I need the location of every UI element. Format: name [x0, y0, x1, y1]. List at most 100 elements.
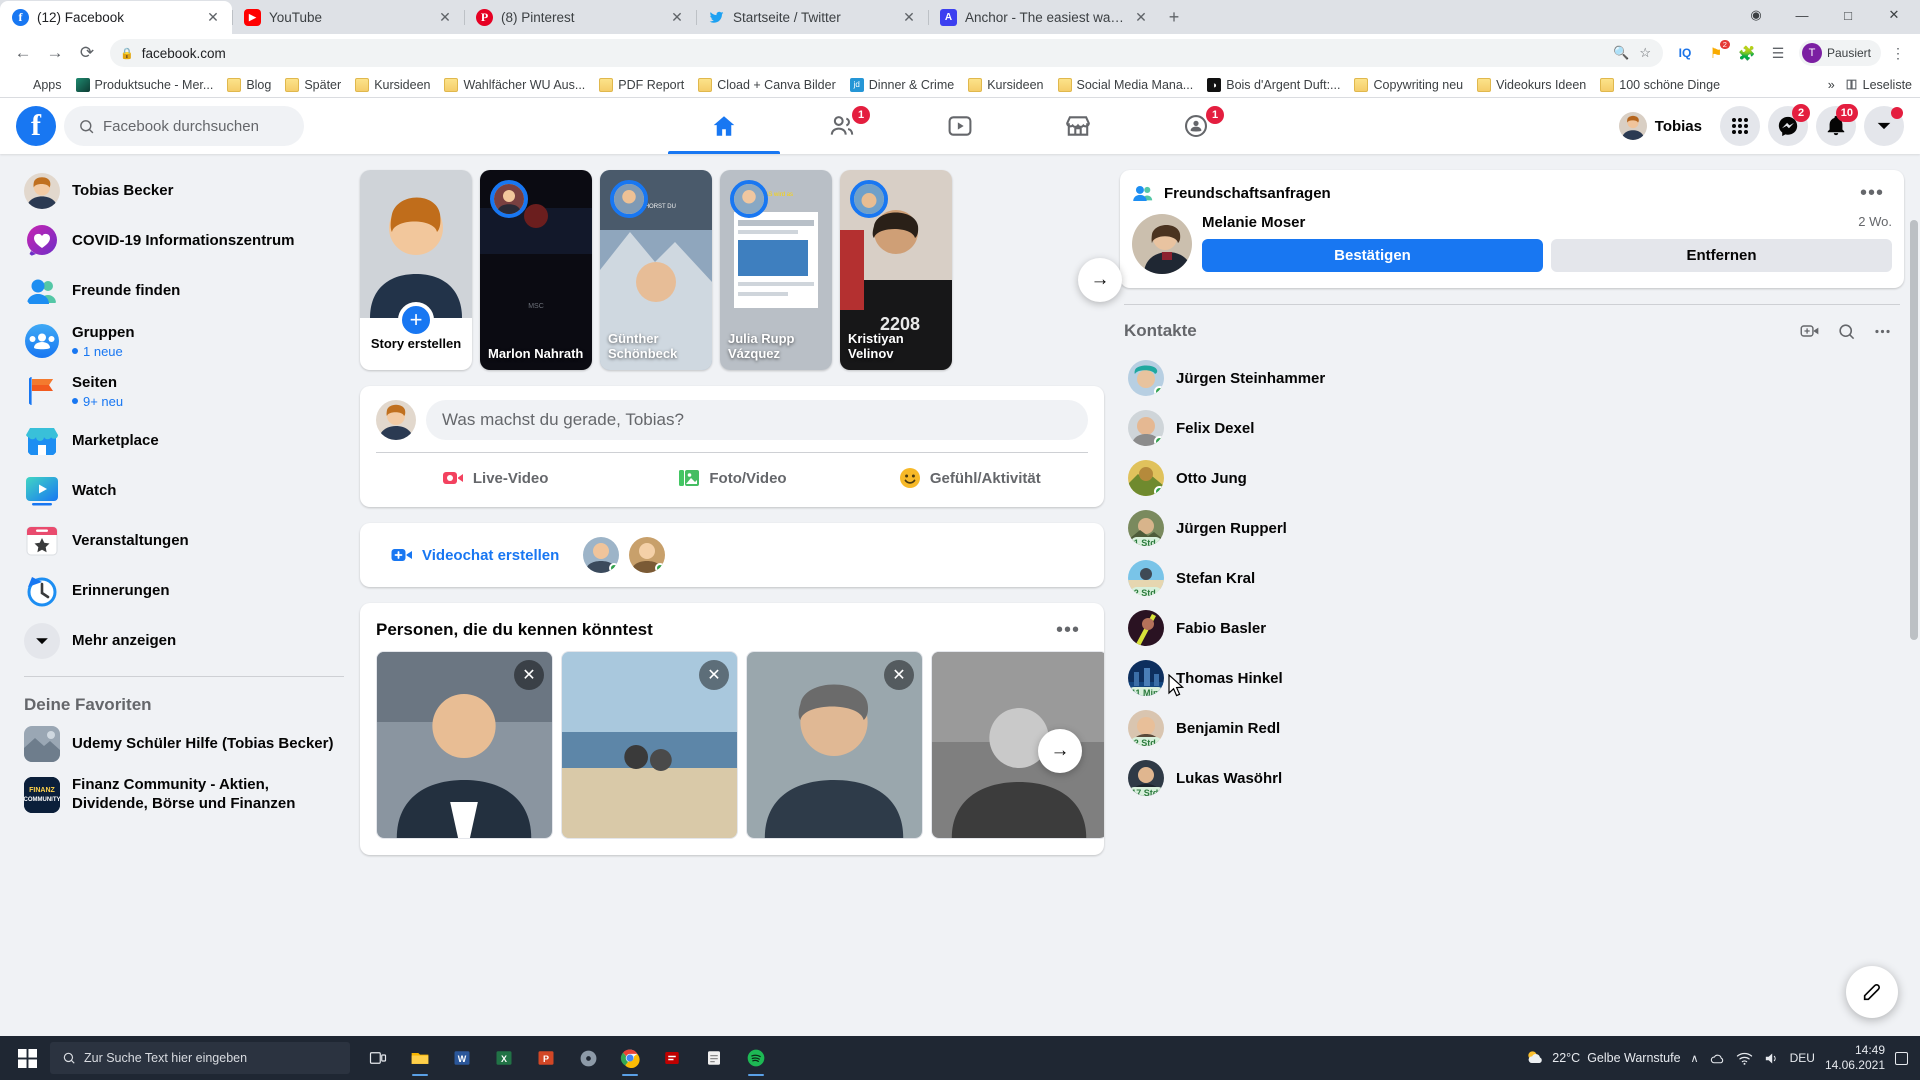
sidebar-item-marketplace[interactable]: Marketplace — [16, 416, 352, 466]
pyk-options-button[interactable]: ••• — [1048, 617, 1088, 643]
bookmark-item[interactable]: Später — [279, 76, 347, 94]
browser-tab[interactable]: f (12) Facebook ✕ — [0, 1, 232, 34]
notes-icon[interactable] — [694, 1038, 734, 1078]
list-extension-icon[interactable]: ☰ — [1764, 39, 1792, 67]
contact-row[interactable]: 2 Std. Stefan Kral — [1120, 553, 1904, 603]
avatar[interactable] — [1132, 214, 1192, 274]
close-icon[interactable]: ✕ — [204, 9, 222, 26]
story-card[interactable]: 2208 Kristiyan Velinov — [840, 170, 952, 370]
sidebar-item-pages[interactable]: Seiten 9+ neu — [16, 366, 352, 416]
excel-icon[interactable]: X — [484, 1038, 524, 1078]
weather-widget[interactable]: 22°C Gelbe Warnstufe — [1525, 1048, 1681, 1068]
story-card[interactable]: WAS wird as Julia Rupp Vázquez — [720, 170, 832, 370]
friend-requests-options-button[interactable]: ••• — [1852, 180, 1892, 206]
bookmark-item[interactable]: Kursideen — [962, 76, 1049, 94]
notification-center-icon[interactable] — [1895, 1051, 1908, 1065]
wifi-icon[interactable] — [1736, 1050, 1753, 1067]
search-contacts-button[interactable] — [1828, 313, 1864, 349]
facebook-logo-icon[interactable]: f — [16, 106, 56, 146]
contact-row[interactable]: Felix Dexel — [1120, 403, 1904, 453]
menu-grid-button[interactable] — [1720, 106, 1760, 146]
start-button[interactable] — [4, 1036, 50, 1080]
volume-icon[interactable] — [1763, 1050, 1780, 1067]
browser-tab[interactable]: P (8) Pinterest ✕ — [464, 1, 696, 34]
nav-tab-watch[interactable] — [904, 98, 1016, 154]
story-card[interactable]: MSC Marlon Nahrath — [480, 170, 592, 370]
composer-photo-video-button[interactable]: Foto/Video — [613, 457, 850, 499]
browser-profile-button[interactable]: T Pausiert — [1798, 40, 1881, 66]
chrome-icon[interactable] — [610, 1038, 650, 1078]
bookmark-item[interactable]: PDF Report — [593, 76, 690, 94]
profile-button[interactable]: Tobias — [1615, 108, 1712, 144]
bookmark-item[interactable]: ◑ Bois d'Argent Duft:... — [1201, 76, 1346, 94]
bookmark-item[interactable]: Blog — [221, 76, 277, 94]
taskbar-search-input[interactable]: Zur Suche Text hier eingeben — [50, 1042, 350, 1074]
file-explorer-icon[interactable] — [400, 1038, 440, 1078]
bookmark-item[interactable]: Social Media Mana... — [1052, 76, 1200, 94]
sidebar-item-find-friends[interactable]: Freunde finden — [16, 266, 352, 316]
contact-row[interactable]: Fabio Basler — [1120, 603, 1904, 653]
close-icon[interactable]: ✕ — [668, 9, 686, 26]
contact-row[interactable]: Otto Jung — [1120, 453, 1904, 503]
videochat-contact-avatar[interactable] — [583, 537, 620, 573]
puzzle-extension-icon[interactable]: 🧩 — [1733, 39, 1761, 67]
contact-row[interactable]: 17 Std. Lukas Wasöhrl — [1120, 753, 1904, 803]
scrollbar-thumb[interactable] — [1910, 220, 1918, 640]
contact-row[interactable]: 2 Std. Benjamin Redl — [1120, 703, 1904, 753]
close-icon[interactable]: ✕ — [900, 9, 918, 26]
create-videochat-button[interactable]: Videochat erstellen — [376, 535, 573, 575]
bookmark-item[interactable]: Cload + Canva Bilder — [692, 76, 841, 94]
nav-tab-home[interactable] — [668, 98, 780, 154]
browser-tab[interactable]: ▶ YouTube ✕ — [232, 1, 464, 34]
contact-row[interactable]: Jürgen Steinhammer — [1120, 353, 1904, 403]
minimize-button[interactable]: — — [1780, 0, 1824, 30]
back-icon[interactable]: ← — [8, 38, 38, 68]
pyk-next-button[interactable]: → — [1038, 729, 1082, 773]
composer-live-video-button[interactable]: Live-Video — [376, 457, 613, 499]
nav-tab-marketplace[interactable] — [1022, 98, 1134, 154]
stories-next-button[interactable]: → — [1078, 258, 1122, 302]
nav-tab-groups[interactable]: 1 — [1140, 98, 1252, 154]
bookmark-apps[interactable]: Apps — [8, 76, 68, 94]
browser-tab[interactable]: A Anchor - The easiest way to mak... ✕ — [928, 1, 1160, 34]
pyk-person-card[interactable]: ✕ — [746, 651, 923, 839]
close-window-button[interactable]: ✕ — [1872, 0, 1916, 30]
pyk-person-card[interactable]: ✕ — [561, 651, 738, 839]
notifications-button[interactable]: 10 — [1816, 104, 1858, 146]
browser-tab[interactable]: Startseite / Twitter ✕ — [696, 1, 928, 34]
create-story-card[interactable]: + Story erstellen — [360, 170, 472, 370]
address-bar[interactable]: 🔒 facebook.com 🔍 ☆ — [110, 39, 1663, 67]
close-icon[interactable]: ✕ — [436, 9, 454, 26]
close-icon[interactable]: ✕ — [699, 660, 729, 690]
favorite-item[interactable]: Udemy Schüler Hilfe (Tobias Becker) — [16, 719, 352, 769]
reload-icon[interactable]: ⟳ — [72, 38, 102, 68]
compose-fab-button[interactable] — [1846, 966, 1898, 1018]
new-tab-button[interactable]: + — [1160, 3, 1188, 31]
confirm-button[interactable]: Bestätigen — [1202, 239, 1543, 272]
powerpoint-icon[interactable]: P — [526, 1038, 566, 1078]
sidebar-item-covid[interactable]: COVID-19 Informationszentrum — [16, 216, 352, 266]
bookmark-item[interactable]: jd Dinner & Crime — [844, 76, 960, 94]
taskbar-clock[interactable]: 14:49 14.06.2021 — [1825, 1043, 1885, 1073]
bookmark-item[interactable]: 100 schöne Dinge — [1594, 76, 1726, 94]
sidebar-item-groups[interactable]: Gruppen 1 neue — [16, 316, 352, 366]
sidebar-item-memories[interactable]: Erinnerungen — [16, 566, 352, 616]
composer-feeling-button[interactable]: Gefühl/Aktivität — [851, 457, 1088, 499]
account-menu-button[interactable] — [1864, 106, 1904, 146]
maximize-button[interactable]: □ — [1826, 0, 1870, 30]
close-icon[interactable]: ✕ — [884, 660, 914, 690]
search-input[interactable]: Facebook durchsuchen — [64, 106, 304, 146]
videochat-contact-avatar[interactable] — [629, 537, 666, 573]
cd-icon[interactable] — [568, 1038, 608, 1078]
bookmark-item[interactable]: Videokurs Ideen — [1471, 76, 1592, 94]
keyboard-language[interactable]: DEU — [1790, 1051, 1815, 1065]
browser-menu-icon[interactable]: ⋮ — [1884, 39, 1912, 67]
star-icon[interactable]: ☆ — [1639, 45, 1651, 61]
page-scrollbar[interactable] — [1908, 210, 1920, 1036]
favorite-item[interactable]: FINANZ COMMUNITY Finanz Community - Aktie… — [16, 769, 352, 821]
task-view-icon[interactable] — [358, 1038, 398, 1078]
record-icon[interactable]: ◉ — [1734, 0, 1778, 30]
forward-icon[interactable]: → — [40, 38, 70, 68]
zoom-icon[interactable]: 🔍 — [1613, 45, 1629, 61]
onedrive-icon[interactable] — [1709, 1050, 1726, 1067]
